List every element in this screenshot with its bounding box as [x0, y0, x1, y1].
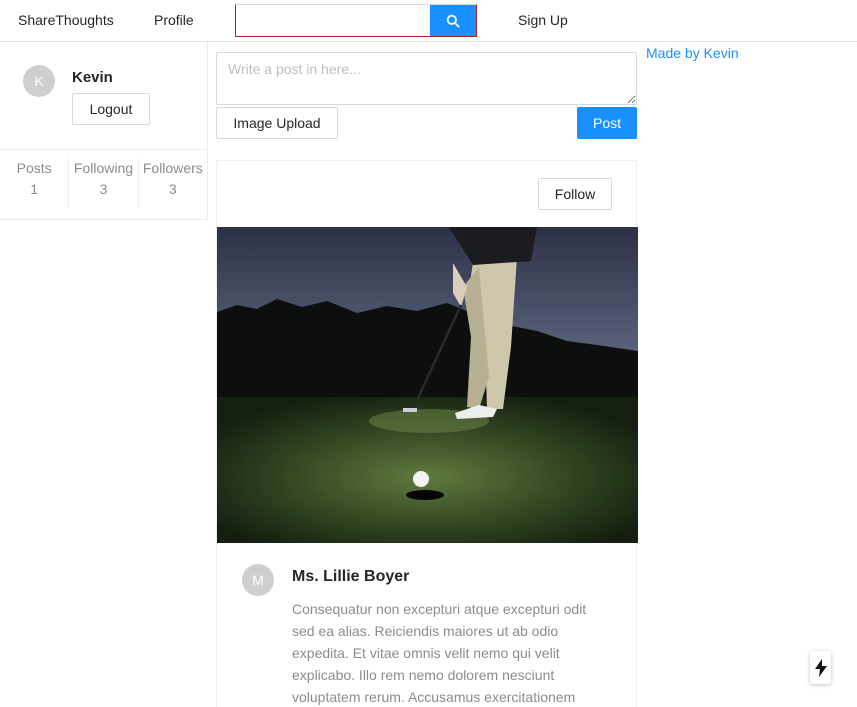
profile-summary: K Kevin Logout — [0, 42, 207, 150]
user-name: Kevin — [72, 69, 113, 86]
post-body: Consequatur non excepturi atque exceptur… — [292, 601, 587, 705]
stat-value: 3 — [168, 181, 177, 197]
post-textarea[interactable] — [216, 52, 637, 105]
logout-button[interactable]: Logout — [72, 93, 150, 125]
search-bar — [235, 4, 477, 37]
author-avatar: M — [242, 564, 274, 596]
search-button[interactable] — [430, 5, 476, 36]
nav-signup-link[interactable]: Sign Up — [518, 11, 568, 29]
stat-label: Posts — [16, 160, 52, 176]
follow-button[interactable]: Follow — [538, 178, 612, 210]
stat-posts[interactable]: Posts 1 — [0, 158, 68, 208]
stat-label: Following — [73, 160, 134, 176]
stat-followers[interactable]: Followers 3 — [137, 158, 207, 208]
search-icon — [446, 14, 460, 28]
post-card: Follow M Ms. Lillie Boyer Consequatur no… — [216, 160, 638, 707]
post-image — [217, 227, 638, 543]
profile-sidebar: K Kevin Logout Posts 1 Following 3 Follo… — [0, 42, 208, 220]
golfer-putting-image — [217, 227, 638, 543]
post-button[interactable]: Post — [577, 107, 637, 139]
lightning-bolt-icon — [814, 658, 827, 677]
nav-profile-link[interactable]: Profile — [154, 11, 194, 29]
made-by-link[interactable]: Made by Kevin — [646, 45, 739, 61]
search-input[interactable] — [236, 5, 430, 36]
brand-link[interactable]: ShareThoughts — [18, 11, 114, 29]
stat-value: 3 — [99, 181, 108, 197]
top-navbar: ShareThoughts Profile Sign Up — [0, 0, 857, 42]
floating-bolt-button[interactable] — [810, 651, 831, 684]
profile-stats: Posts 1 Following 3 Followers 3 — [0, 158, 207, 208]
stat-value: 1 — [30, 181, 39, 197]
stat-label: Followers — [142, 160, 203, 176]
avatar: K — [23, 65, 55, 97]
image-upload-button[interactable]: Image Upload — [216, 107, 338, 139]
post-author-name[interactable]: Ms. Lillie Boyer — [292, 568, 409, 586]
stat-following[interactable]: Following 3 — [68, 158, 137, 208]
